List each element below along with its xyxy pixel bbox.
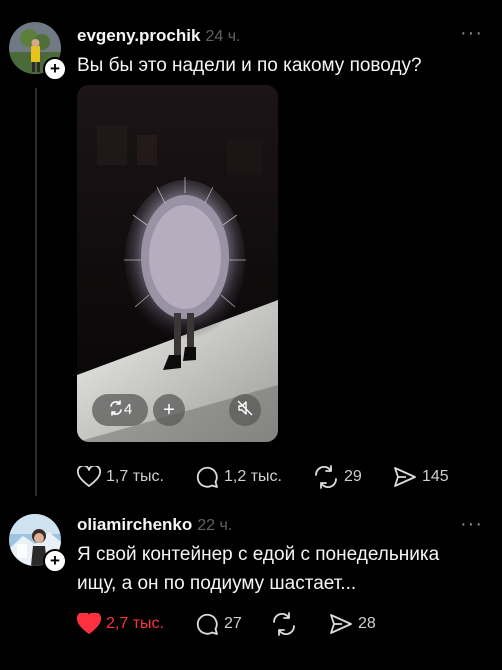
comment-count: 1,2 тыс. <box>224 468 282 485</box>
follow-plus-icon[interactable]: + <box>43 549 67 573</box>
share-button[interactable]: 145 <box>393 463 449 491</box>
repost-button[interactable] <box>271 610 297 638</box>
repost-icon <box>271 612 297 636</box>
share-count: 145 <box>422 468 449 485</box>
repost-count: 29 <box>344 468 362 485</box>
post-actions: 2,7 тыс. 27 28 <box>77 610 477 638</box>
repost-small-icon <box>108 394 124 426</box>
heart-icon <box>77 613 101 635</box>
post-text: Я свой контейнер с едой с понедельника и… <box>77 540 477 598</box>
runway-image <box>77 85 278 442</box>
follow-plus-icon[interactable]: + <box>43 57 67 81</box>
post-text-line-2: ищу, а он по подиуму шастает... <box>77 573 357 594</box>
mute-icon <box>237 394 253 426</box>
post-text: Вы бы это надели и по какому поводу? <box>77 55 422 76</box>
thread-line <box>35 88 37 496</box>
comment-button[interactable]: 27 <box>195 610 242 638</box>
add-button[interactable]: + <box>153 394 185 426</box>
post-header: oliamirchenko 22 ч. <box>77 515 232 535</box>
username[interactable]: evgeny.prochik <box>77 26 200 45</box>
plus-icon: + <box>163 399 175 421</box>
like-count: 2,7 тыс. <box>106 615 164 632</box>
post-text-line-1: Я свой контейнер с едой с понедельника <box>77 544 440 565</box>
more-icon[interactable]: ··· <box>460 22 483 45</box>
share-button[interactable]: 28 <box>329 610 376 638</box>
heart-icon <box>77 466 101 488</box>
share-icon <box>393 466 417 488</box>
share-count: 28 <box>358 615 376 632</box>
timestamp: 24 ч. <box>205 28 241 45</box>
share-icon <box>329 613 353 635</box>
post-actions: 1,7 тыс. 1,2 тыс. 29 145 <box>77 463 477 491</box>
post-header: evgeny.prochik 24 ч. <box>77 26 240 46</box>
timestamp: 22 ч. <box>197 517 233 534</box>
comment-icon <box>195 612 219 636</box>
like-button[interactable]: 2,7 тыс. <box>77 610 164 638</box>
comment-count: 27 <box>224 615 242 632</box>
repost-button[interactable]: 29 <box>313 463 362 491</box>
like-count: 1,7 тыс. <box>106 468 164 485</box>
username[interactable]: oliamirchenko <box>77 515 192 534</box>
repost-count-button[interactable]: 4 <box>92 394 148 426</box>
repost-icon <box>313 465 339 489</box>
post-video[interactable]: 4 + <box>77 85 278 442</box>
comment-button[interactable]: 1,2 тыс. <box>195 463 282 491</box>
repost-count: 4 <box>123 401 133 418</box>
comment-icon <box>195 465 219 489</box>
mute-button[interactable] <box>229 394 261 426</box>
post-2: + oliamirchenko 22 ч. ··· Я свой контейне… <box>0 505 502 670</box>
post-1: + evgeny.prochik 24 ч. ··· Вы бы это наде… <box>0 0 502 505</box>
like-button[interactable]: 1,7 тыс. <box>77 463 164 491</box>
more-icon[interactable]: ··· <box>460 513 483 536</box>
